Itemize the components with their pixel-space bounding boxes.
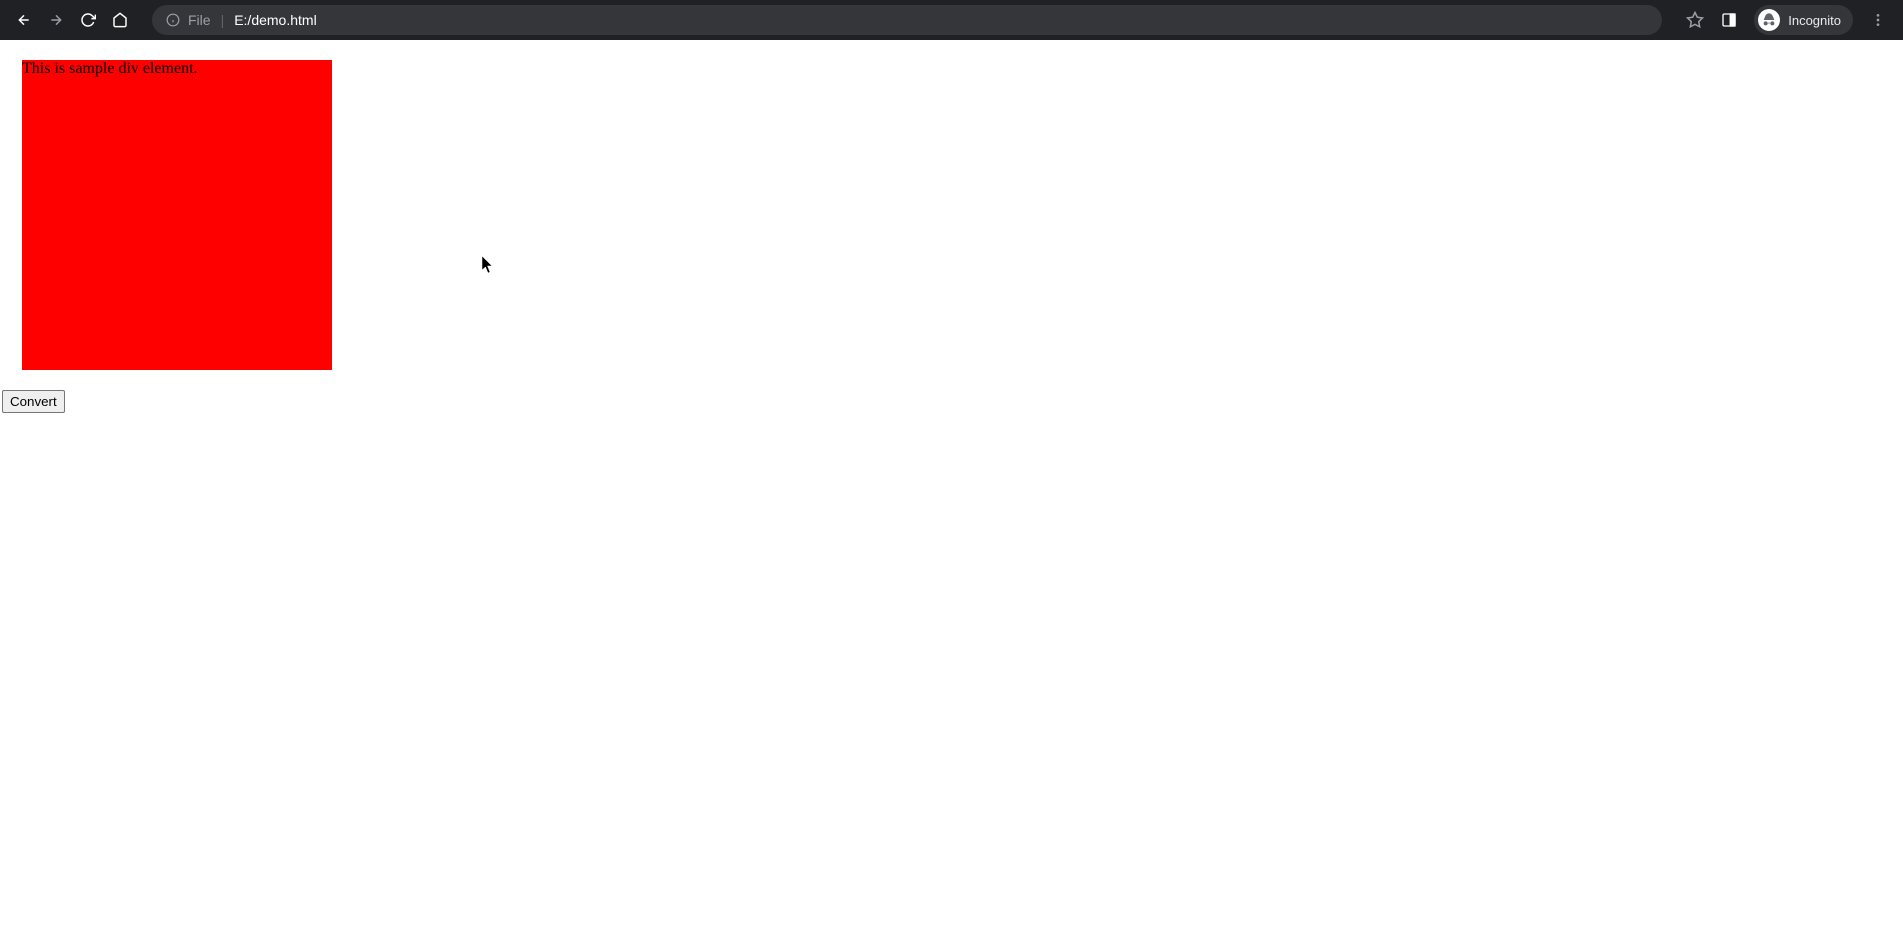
page-viewport: This is sample div element. Convert [0,60,1903,413]
sample-div: This is sample div element. [22,60,332,370]
bookmark-icon[interactable] [1686,11,1704,29]
sample-div-text: This is sample div element. [22,60,198,77]
incognito-label: Incognito [1788,13,1841,28]
address-bar[interactable]: File | E:/demo.html [152,5,1662,35]
nav-controls [8,12,136,28]
url-scheme: File [188,12,211,28]
browser-toolbar: File | E:/demo.html Incognito [0,0,1903,40]
site-info[interactable]: File [166,12,211,28]
home-button[interactable] [112,12,128,28]
forward-button[interactable] [48,12,64,28]
back-button[interactable] [16,12,32,28]
reload-button[interactable] [80,12,96,28]
side-panel-icon[interactable] [1720,11,1738,29]
convert-button[interactable]: Convert [2,390,65,413]
url-path: E:/demo.html [234,12,316,28]
url-divider: | [221,12,225,28]
browser-right-controls: Incognito [1678,5,1895,35]
menu-icon[interactable] [1869,11,1887,29]
incognito-badge[interactable]: Incognito [1754,5,1853,35]
incognito-icon [1758,9,1780,31]
